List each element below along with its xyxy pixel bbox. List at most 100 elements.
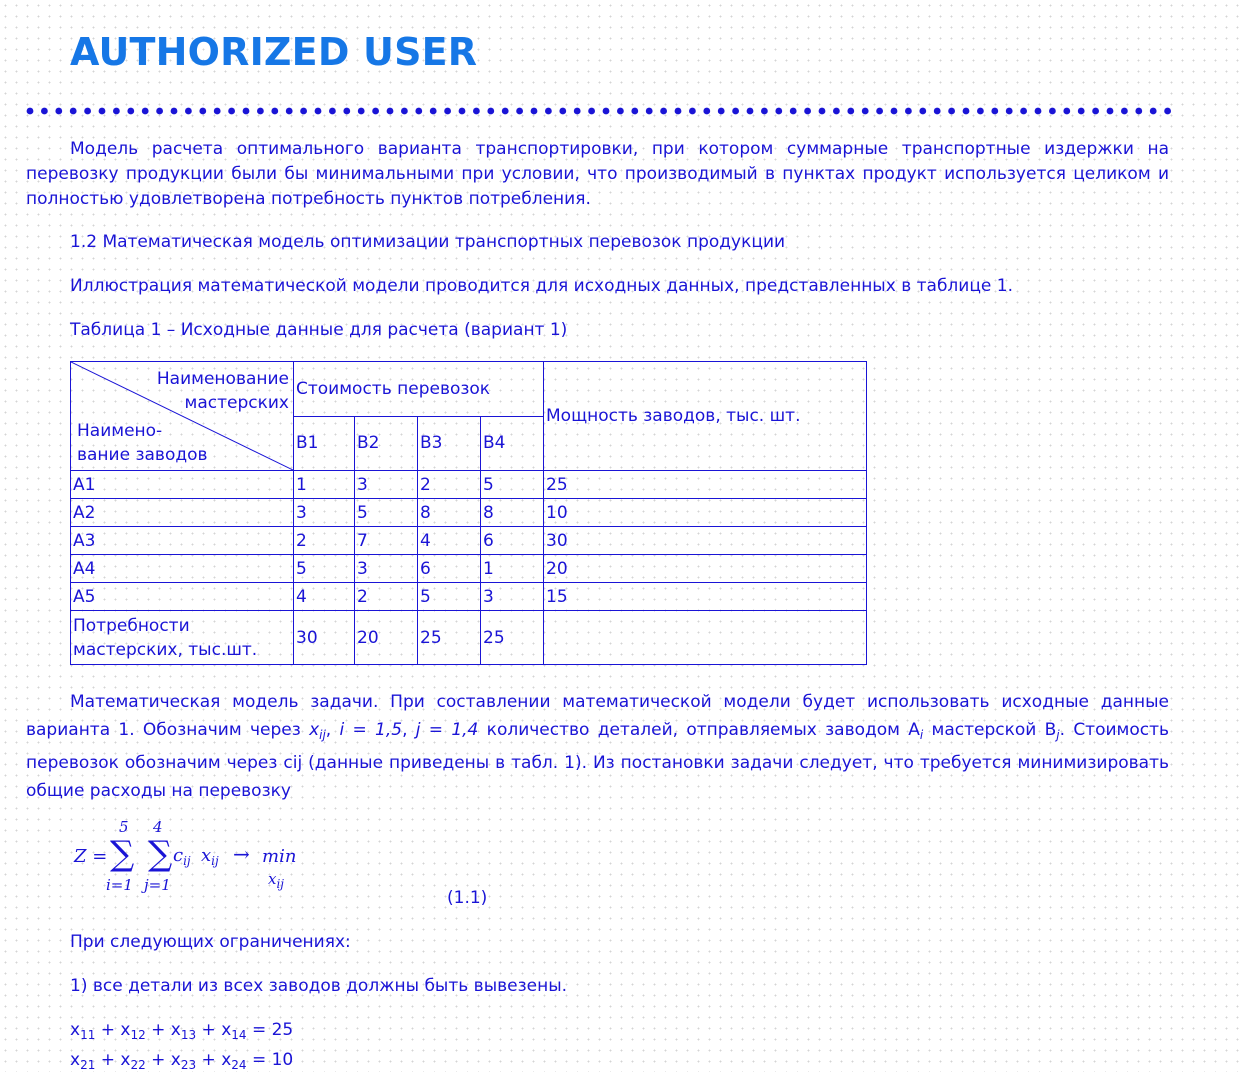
formula-min-sub: xij bbox=[268, 870, 284, 891]
divider-dot bbox=[1077, 107, 1085, 115]
page-title: AUTHORIZED USER bbox=[70, 30, 478, 74]
eq-term: + x bbox=[95, 1020, 131, 1040]
model-text-5: мастерской B bbox=[923, 720, 1057, 740]
divider-dot bbox=[473, 107, 480, 115]
divider-dot bbox=[1092, 107, 1099, 115]
cost-cell: 1 bbox=[293, 470, 355, 499]
divider-dot bbox=[674, 107, 682, 115]
dotted-divider bbox=[26, 107, 1171, 115]
divider-dot bbox=[905, 107, 912, 115]
divider-dot bbox=[55, 107, 63, 115]
divider-dot bbox=[689, 107, 696, 115]
divider-dot bbox=[444, 107, 451, 115]
divider-dot bbox=[1063, 107, 1071, 115]
divider-dot bbox=[588, 107, 595, 115]
capacity-header: Мощность заводов, тыс. шт. bbox=[543, 361, 867, 471]
divider-dot bbox=[213, 107, 221, 115]
divider-dot bbox=[487, 107, 495, 115]
divider-dot bbox=[357, 107, 365, 115]
cost-cell: 5 bbox=[480, 470, 544, 499]
demand-cell: 30 bbox=[293, 610, 355, 665]
table-row: A5 4 2 5 3 15 bbox=[70, 582, 867, 611]
divider-dot bbox=[141, 107, 149, 115]
divider-dot bbox=[228, 107, 236, 115]
demand-cell: 25 bbox=[480, 610, 544, 665]
cost-cell: 2 bbox=[417, 470, 481, 499]
formula-number: (1.1) bbox=[447, 888, 488, 908]
divider-dot bbox=[660, 107, 667, 115]
formula-x-letter: x bbox=[201, 845, 212, 866]
cij-text: cij bbox=[283, 753, 303, 773]
divider-dot bbox=[573, 107, 581, 115]
sigma-icon: ∑ bbox=[148, 834, 173, 874]
col-header-b1: B1 bbox=[293, 415, 355, 471]
cost-cell: 5 bbox=[354, 498, 418, 527]
demand-cell: 25 bbox=[417, 610, 481, 665]
table-row: A1 1 3 2 5 25 bbox=[70, 470, 867, 499]
divider-dot bbox=[1164, 107, 1171, 115]
capacity-cell: 15 bbox=[543, 582, 867, 611]
divider-dot bbox=[1049, 107, 1056, 115]
table-caption: Таблица 1 – Исходные данные для расчета … bbox=[70, 320, 568, 340]
eq-term: x bbox=[70, 1050, 81, 1070]
divider-dot bbox=[26, 107, 34, 115]
demand-label: Потребности мастерских, тыс.шт. bbox=[70, 610, 294, 665]
i-range: i = 1,5 bbox=[339, 720, 403, 740]
divider-dot bbox=[185, 107, 192, 115]
divider-dot bbox=[257, 107, 264, 115]
divider-dot bbox=[329, 107, 336, 115]
arrow-icon: → bbox=[233, 842, 250, 866]
divider-dot bbox=[645, 107, 653, 115]
row-name: A2 bbox=[70, 498, 294, 527]
divider-dot bbox=[833, 107, 840, 115]
model-text-3: , bbox=[402, 720, 416, 740]
var-x: x bbox=[309, 720, 320, 740]
divider-dot bbox=[804, 107, 811, 115]
row-name: A4 bbox=[70, 554, 294, 583]
divider-dot bbox=[717, 107, 725, 115]
divider-dot bbox=[343, 107, 351, 115]
table-row: A3 2 7 4 6 30 bbox=[70, 526, 867, 555]
divider-dot bbox=[933, 107, 941, 115]
eq-term: = 10 bbox=[246, 1050, 294, 1070]
cost-cell: 8 bbox=[480, 498, 544, 527]
cost-cell: 7 bbox=[354, 526, 418, 555]
model-text-2: , bbox=[325, 720, 340, 740]
col-header-b4: B4 bbox=[480, 415, 544, 471]
divider-dot bbox=[991, 107, 999, 115]
divider-dot bbox=[818, 107, 826, 115]
sigma-icon: ∑ bbox=[110, 834, 135, 874]
table-row-demand: Потребности мастерских, тыс.шт. 30 20 25… bbox=[70, 610, 867, 665]
eq-sub: 23 bbox=[180, 1058, 197, 1072]
divider-dot bbox=[977, 107, 984, 115]
eq-sub: 21 bbox=[80, 1058, 96, 1072]
divider-dot bbox=[69, 107, 77, 115]
divider-dot bbox=[271, 107, 279, 115]
divider-dot bbox=[703, 107, 711, 115]
eq-sub: 22 bbox=[130, 1058, 146, 1072]
formula-min: min bbox=[262, 846, 297, 867]
corner-bottom-line1: Наимено- bbox=[77, 421, 163, 441]
divider-dot bbox=[1106, 107, 1114, 115]
eq-term: + x bbox=[196, 1050, 232, 1070]
formula-lhs: Z = bbox=[74, 846, 108, 867]
divider-dot bbox=[41, 107, 48, 115]
divider-dot bbox=[458, 107, 466, 115]
equation-2: x21 + x22 + x23 + x24 = 10 bbox=[70, 1050, 293, 1072]
min-sub-ij: ij bbox=[276, 877, 285, 891]
eq-sub: 14 bbox=[231, 1028, 247, 1042]
j-range: j = 1,4 bbox=[415, 720, 479, 740]
data-table: Наименование мастерских Наимено- вание з… bbox=[70, 361, 867, 665]
divider-dot bbox=[1020, 107, 1027, 115]
cost-cell: 5 bbox=[293, 554, 355, 583]
var-x-sub: ij bbox=[319, 728, 326, 742]
data-table-container: Наименование мастерских Наимено- вание з… bbox=[70, 361, 867, 665]
cost-cell: 6 bbox=[480, 526, 544, 555]
eq-sub: 24 bbox=[231, 1058, 247, 1072]
divider-dot bbox=[401, 107, 408, 115]
eq-term: = 25 bbox=[246, 1020, 294, 1040]
divider-dot bbox=[516, 107, 523, 115]
divider-dot bbox=[84, 107, 91, 115]
divider-dot bbox=[602, 107, 610, 115]
divider-dot bbox=[386, 107, 394, 115]
